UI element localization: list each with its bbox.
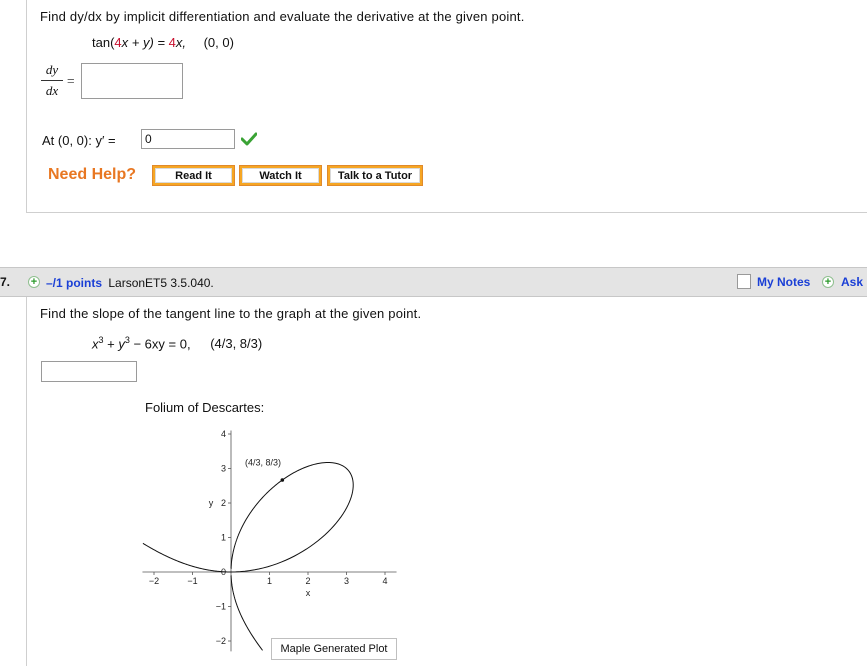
- folium-plot: −2 −1 1 2 3 4−2−101234 (4/3, 8/3) x y: [142, 429, 397, 652]
- ask-link[interactable]: Ask: [841, 275, 863, 289]
- q1-point: (0, 0): [203, 35, 234, 50]
- x-tick-label: 3: [344, 576, 349, 586]
- plot-title: Folium of Descartes:: [145, 400, 265, 415]
- x-tick-label: 2: [305, 576, 310, 586]
- q2-equation: x3 + y3 − 6xy = 0, (4/3, 8/3): [92, 335, 262, 351]
- eq-coef: 4: [114, 35, 122, 50]
- question-7-header: 7. + –/1 points LarsonET5 3.5.040. My No…: [0, 267, 867, 297]
- eq-part: x,: [175, 35, 186, 50]
- equals-sign: =: [67, 73, 75, 88]
- tangent-point-marker: [280, 478, 285, 482]
- maple-plot-tooltip: Maple Generated Plot: [271, 638, 397, 660]
- at-point-answer-input[interactable]: 0: [141, 129, 235, 149]
- x-tick-label: 4: [382, 576, 387, 586]
- y-tick-label: −1: [216, 602, 226, 612]
- x-tick-label: −1: [187, 576, 197, 586]
- eq-part: − 6xy = 0,: [129, 336, 191, 352]
- frac-denominator: dx: [45, 83, 59, 98]
- expand-plus-icon[interactable]: +: [28, 276, 40, 288]
- eq-part: +: [103, 336, 119, 352]
- eq-coef: 4: [168, 35, 176, 50]
- points-label: –/1 points: [46, 276, 103, 290]
- question-number: 7.: [0, 275, 11, 289]
- points-source: –/1 points LarsonET5 3.5.040.: [46, 276, 214, 290]
- ask-plus-icon[interactable]: +: [822, 276, 834, 288]
- y-tick-label: 4: [221, 429, 226, 439]
- x-axis-label: x: [306, 588, 311, 598]
- slope-answer-input[interactable]: [41, 361, 137, 382]
- need-help-label: Need Help?: [48, 166, 137, 183]
- q2-prompt: Find the slope of the tangent line to th…: [40, 306, 422, 321]
- q2-point: (4/3, 8/3): [210, 336, 263, 352]
- eq-part: x + y) =: [121, 35, 169, 50]
- y-tick-label: −2: [216, 636, 226, 646]
- read-it-button[interactable]: Read It: [152, 165, 235, 186]
- q1-equation: tan(4x + y) = 4x, (0, 0): [92, 35, 234, 50]
- y-tick-label: 1: [221, 533, 226, 543]
- my-notes-link[interactable]: My Notes: [757, 275, 810, 289]
- source-label: LarsonET5 3.5.040.: [108, 276, 214, 290]
- y-axis-label: y: [209, 498, 214, 508]
- x-tick-label: 1: [267, 576, 272, 586]
- button-label: Read It: [155, 168, 232, 183]
- folium-curve: [142, 461, 354, 651]
- frac-numerator: dy: [45, 62, 59, 77]
- point-label: (4/3, 8/3): [245, 458, 281, 468]
- talk-to-tutor-button[interactable]: Talk to a Tutor: [327, 165, 423, 186]
- at-point-label: At (0, 0): y′ =: [42, 133, 116, 148]
- x-tick-label: −2: [149, 576, 159, 586]
- dydx-answer-input[interactable]: [81, 63, 183, 99]
- watch-it-button[interactable]: Watch It: [239, 165, 322, 186]
- dy-dx-fraction: dy dx: [41, 62, 63, 99]
- notes-page-icon: [737, 274, 751, 289]
- frac-bar: [41, 80, 63, 81]
- y-tick-label: 2: [221, 498, 226, 508]
- q1-prompt: Find dy/dx by implicit differentiation a…: [40, 9, 525, 24]
- y-tick-label: 3: [221, 464, 226, 474]
- eq-part: tan(: [92, 35, 115, 50]
- check-icon: [241, 132, 257, 146]
- button-label: Watch It: [242, 168, 319, 183]
- button-label: Talk to a Tutor: [330, 168, 420, 183]
